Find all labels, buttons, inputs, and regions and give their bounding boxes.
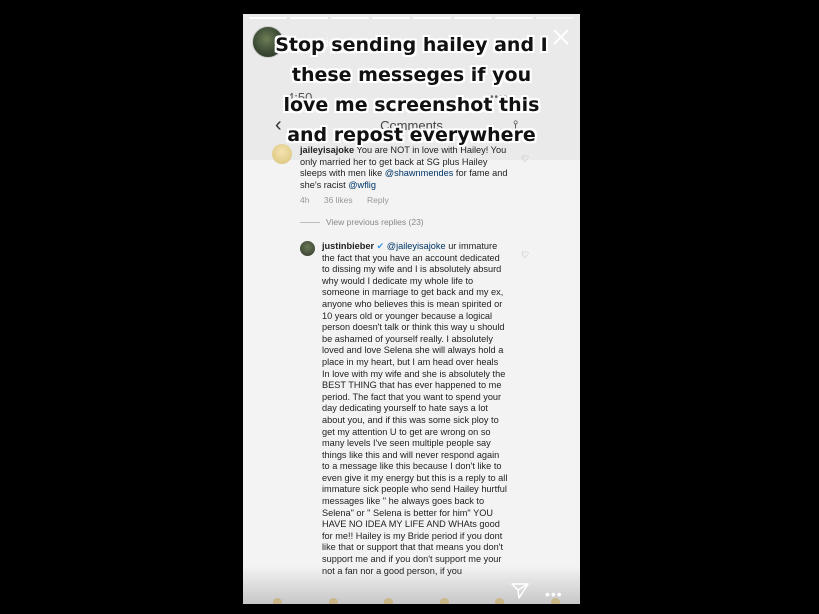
comment-text: jaileyisajoke You are NOT in love with H… bbox=[300, 145, 510, 191]
caption-line: Stop sending hailey and I bbox=[275, 34, 548, 56]
reply-avatar[interactable] bbox=[300, 241, 315, 256]
reply-text: justinbieber ✔ @jaileyisajoke ur immatur… bbox=[322, 241, 508, 577]
progress-segment bbox=[536, 17, 574, 19]
replies-divider bbox=[300, 222, 320, 224]
progress-segment bbox=[249, 17, 287, 19]
progress-segment bbox=[372, 17, 410, 19]
progress-segment bbox=[331, 17, 369, 19]
comment-time: 4h bbox=[300, 195, 310, 205]
progress-segment bbox=[495, 17, 533, 19]
reaction-emoji[interactable] bbox=[384, 598, 394, 604]
reply-like-heart-icon[interactable]: ♡ bbox=[521, 250, 529, 261]
comment-mention[interactable]: @shawnmendes bbox=[385, 168, 454, 178]
verified-badge-icon: ✔ bbox=[376, 241, 385, 251]
progress-segment bbox=[454, 17, 492, 19]
reaction-emoji[interactable] bbox=[328, 598, 338, 604]
comment-meta: 4h 36 likes Reply bbox=[300, 195, 401, 205]
reply-mention[interactable]: @jaileyisajoke bbox=[387, 241, 446, 251]
caption-line: these messeges if you bbox=[291, 64, 532, 86]
reaction-emoji[interactable] bbox=[273, 598, 282, 604]
story-viewer: 4:50 •••• ‹ Comments ⟟ jaileyisajoke You… bbox=[243, 14, 580, 604]
reply-body: ur immature the fact that you have an ac… bbox=[322, 241, 508, 576]
comment-likes[interactable]: 36 likes bbox=[324, 195, 353, 205]
story-progress-bar bbox=[249, 17, 574, 19]
caption-line: love me screenshot this bbox=[283, 94, 540, 116]
progress-segment bbox=[413, 17, 451, 19]
story-caption: Stop sending hailey and I these messeges… bbox=[243, 30, 580, 150]
send-icon[interactable] bbox=[510, 581, 530, 601]
view-previous-replies[interactable]: View previous replies (23) bbox=[300, 217, 424, 227]
comment-like-heart-icon[interactable]: ♡ bbox=[521, 154, 529, 165]
progress-segment bbox=[290, 17, 328, 19]
reaction-emoji[interactable] bbox=[495, 598, 505, 604]
comment-mention-2[interactable]: @wflig bbox=[348, 180, 376, 190]
view-replies-label[interactable]: View previous replies (23) bbox=[326, 217, 424, 227]
caption-line: and repost everywhere bbox=[287, 124, 536, 146]
comment-reply-link[interactable]: Reply bbox=[367, 195, 389, 205]
reaction-emoji[interactable] bbox=[439, 598, 449, 604]
reply-username[interactable]: justinbieber bbox=[322, 241, 374, 251]
more-options-icon[interactable]: ••• bbox=[545, 586, 563, 602]
